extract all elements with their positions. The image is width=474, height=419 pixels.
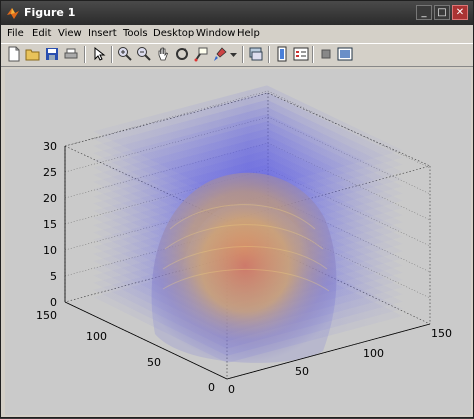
y-tick-label: 100 xyxy=(86,330,107,343)
menu-file[interactable]: File xyxy=(7,28,24,39)
figure-window: Figure 1 _ □ ✕ File Edit View Insert Too… xyxy=(0,0,474,418)
toolbar-separator xyxy=(84,46,86,63)
figure-canvas: 0 5 10 15 20 25 30 0 50 100 150 0 50 100… xyxy=(5,69,471,415)
brush-icon[interactable] xyxy=(212,46,228,62)
menu-desktop[interactable]: Desktop xyxy=(153,28,194,39)
maximize-button[interactable]: □ xyxy=(434,5,450,20)
y-tick-label: 0 xyxy=(208,381,215,394)
pan-hand-icon[interactable] xyxy=(155,46,171,62)
menu-help[interactable]: Help xyxy=(237,28,260,39)
menu-tools[interactable]: Tools xyxy=(123,28,148,39)
z-tick-label: 30 xyxy=(43,140,57,153)
matlab-logo-icon xyxy=(7,8,19,19)
toolbar-separator xyxy=(312,46,314,63)
link-plot-icon[interactable] xyxy=(248,46,264,62)
zoom-in-icon[interactable] xyxy=(117,46,133,62)
x-tick-label: 150 xyxy=(431,327,452,340)
menu-edit[interactable]: Edit xyxy=(32,28,51,39)
y-tick-label: 150 xyxy=(36,309,57,322)
y-tick-label: 50 xyxy=(147,356,161,369)
edit-plot-arrow-icon[interactable] xyxy=(91,46,107,62)
zoom-out-icon[interactable] xyxy=(136,46,152,62)
menu-insert[interactable]: Insert xyxy=(88,28,117,39)
colorbar-icon[interactable] xyxy=(274,46,290,62)
toolbar-separator xyxy=(111,46,113,63)
close-button[interactable]: ✕ xyxy=(452,5,468,20)
x-tick-label: 100 xyxy=(363,347,384,360)
minimize-button[interactable]: _ xyxy=(416,5,432,20)
z-tick-label: 0 xyxy=(50,296,57,309)
open-file-icon[interactable] xyxy=(25,46,41,62)
menu-window[interactable]: Window xyxy=(196,28,235,39)
x-tick-label: 50 xyxy=(295,365,309,378)
z-tick-label: 20 xyxy=(43,192,57,205)
hide-plot-tools-icon[interactable] xyxy=(318,46,334,62)
save-icon[interactable] xyxy=(44,46,60,62)
rotate-3d-icon[interactable] xyxy=(174,46,190,62)
menu-view[interactable]: View xyxy=(58,28,82,39)
menu-bar: File Edit View Insert Tools Desktop Wind… xyxy=(1,25,473,43)
legend-icon[interactable] xyxy=(293,46,309,62)
show-plot-tools-icon[interactable] xyxy=(337,46,353,62)
title-bar: Figure 1 _ □ ✕ xyxy=(1,1,473,25)
z-axis-ticks: 0 5 10 15 20 25 30 xyxy=(43,140,57,309)
print-icon[interactable] xyxy=(63,46,79,62)
z-tick-label: 15 xyxy=(43,218,57,231)
figure-toolbar xyxy=(1,43,473,67)
x-tick-label: 0 xyxy=(228,383,235,396)
new-figure-icon[interactable] xyxy=(6,46,22,62)
z-tick-label: 10 xyxy=(43,244,57,257)
toolbar-separator xyxy=(268,46,270,63)
z-tick-label: 25 xyxy=(43,166,57,179)
toolbar-separator xyxy=(242,46,244,63)
window-title: Figure 1 xyxy=(24,6,76,19)
axes-3d[interactable]: 0 5 10 15 20 25 30 0 50 100 150 0 50 100… xyxy=(5,69,471,415)
data-cursor-icon[interactable] xyxy=(193,46,209,62)
chevron-down-icon[interactable] xyxy=(229,46,238,62)
z-tick-label: 5 xyxy=(50,270,57,283)
